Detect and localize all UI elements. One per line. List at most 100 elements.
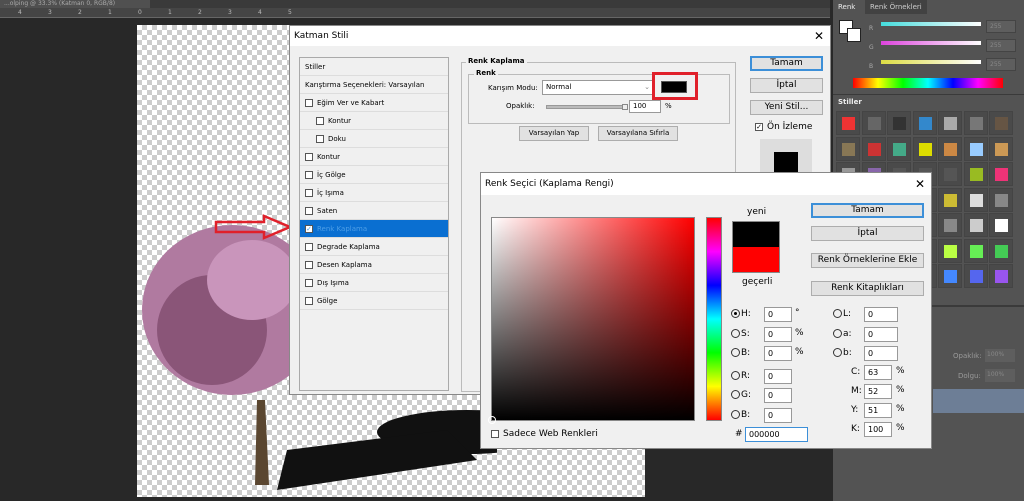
style-preset[interactable] <box>938 238 962 263</box>
style-list-item[interactable]: Eğim Ver ve Kabart <box>300 94 448 112</box>
radio-icon[interactable] <box>731 370 740 380</box>
cancel-button[interactable]: İptal <box>811 226 924 241</box>
radio-B[interactable]: B: <box>731 348 750 358</box>
color-libraries-button[interactable]: Renk Kitaplıkları <box>811 281 924 296</box>
style-preset[interactable] <box>938 187 962 212</box>
radio-a[interactable]: a: <box>833 328 852 339</box>
radio-R[interactable]: R: <box>731 370 750 381</box>
radio-icon[interactable] <box>833 309 842 318</box>
opacity-slider[interactable] <box>546 104 628 110</box>
field-H-input[interactable]: 0 <box>764 307 792 322</box>
radio-icon[interactable] <box>731 348 740 357</box>
style-preset[interactable] <box>938 264 962 288</box>
style-preset[interactable] <box>912 111 937 135</box>
tab-color[interactable]: Renk <box>833 0 861 14</box>
style-preset[interactable] <box>989 187 1013 212</box>
web-only-checkbox[interactable]: Sadece Web Renkleri <box>491 429 598 439</box>
style-preset[interactable] <box>861 111 886 135</box>
style-list-item[interactable]: Doku <box>300 130 448 148</box>
color-marker[interactable] <box>488 416 496 424</box>
radio-G[interactable]: G: <box>731 390 751 400</box>
saturation-brightness-field[interactable] <box>488 217 695 424</box>
checkbox-icon[interactable]: ✓ <box>305 225 313 233</box>
style-preset[interactable] <box>963 238 988 263</box>
style-preset[interactable] <box>989 162 1013 186</box>
radio-H[interactable]: H: <box>731 309 751 319</box>
current-color-swatch[interactable] <box>732 247 780 273</box>
style-preset[interactable] <box>887 111 911 135</box>
style-preset[interactable] <box>989 136 1013 161</box>
make-default-button[interactable]: Varsayılan Yap <box>519 126 589 141</box>
field-R-input[interactable]: 0 <box>764 368 792 384</box>
style-list-item[interactable]: Karıştırma Seçenekleri: Varsayılan <box>300 76 448 94</box>
channel-value[interactable]: 255 <box>986 20 1016 33</box>
checkbox-icon[interactable] <box>305 171 313 179</box>
radio-b[interactable]: b: <box>833 348 852 358</box>
close-icon[interactable]: ✕ <box>814 26 824 46</box>
style-preset[interactable] <box>938 136 962 161</box>
radio-B2[interactable]: B: <box>731 409 750 420</box>
checkbox-icon[interactable] <box>305 261 313 269</box>
checkbox-icon[interactable] <box>305 99 313 107</box>
field-M-input[interactable]: 52 <box>864 384 892 399</box>
checkbox-icon[interactable] <box>305 207 313 215</box>
style-list-item[interactable]: Degrade Kaplama <box>300 238 448 256</box>
style-preset[interactable] <box>989 264 1013 288</box>
hex-input[interactable]: 000000 <box>745 427 808 442</box>
style-list-item[interactable]: ✓ Renk Kaplama <box>300 220 448 238</box>
new-style-button[interactable]: Yeni Stil... <box>750 100 823 115</box>
field-B-input[interactable]: 0 <box>764 346 792 361</box>
radio-L[interactable]: L: <box>833 309 851 319</box>
channel-value[interactable]: 255 <box>986 58 1016 71</box>
style-preset[interactable] <box>912 136 937 161</box>
radio-icon[interactable] <box>833 348 842 357</box>
field-b-input[interactable]: 0 <box>864 346 898 361</box>
field-B2-input[interactable]: 0 <box>764 407 792 423</box>
style-list-item[interactable]: Kontur <box>300 148 448 166</box>
checkbox-icon[interactable] <box>305 189 313 197</box>
field-K-input[interactable]: 100 <box>864 422 892 437</box>
close-icon[interactable]: ✕ <box>915 173 925 195</box>
layer-opacity-input[interactable]: 100% <box>985 349 1015 362</box>
hue-slider[interactable] <box>706 217 722 421</box>
style-preset[interactable] <box>938 111 962 135</box>
field-S-input[interactable]: 0 <box>764 326 792 342</box>
style-preset[interactable] <box>963 264 988 288</box>
channel-slider[interactable] <box>881 60 981 64</box>
checkbox-icon[interactable] <box>305 297 313 305</box>
field-a-input[interactable]: 0 <box>864 326 898 342</box>
preview-checkbox[interactable]: ✓ Ön İzleme <box>755 122 812 132</box>
add-to-swatches-button[interactable]: Renk Örneklerine Ekle <box>811 253 924 268</box>
style-preset[interactable] <box>836 111 860 135</box>
style-preset[interactable] <box>861 136 886 161</box>
selected-layer-row[interactable] <box>933 389 1024 413</box>
checkbox-icon[interactable] <box>305 279 313 287</box>
document-tab[interactable]: ...olping @ 33.3% (Katman 0, RGB/8) <box>0 0 150 8</box>
style-preset[interactable] <box>938 213 962 237</box>
style-list-item[interactable]: Dış Işıma <box>300 274 448 292</box>
opacity-input[interactable]: 100 <box>629 100 661 113</box>
style-list-item[interactable]: İç Işıma <box>300 184 448 202</box>
style-list-item[interactable]: Kontur <box>300 112 448 130</box>
field-L-input[interactable]: 0 <box>864 307 898 322</box>
style-preset[interactable] <box>963 213 988 237</box>
style-list-item[interactable]: Desen Kaplama <box>300 256 448 274</box>
style-preset[interactable] <box>989 213 1013 237</box>
style-preset[interactable] <box>836 136 860 161</box>
field-Y-input[interactable]: 51 <box>864 403 892 418</box>
channel-value[interactable]: 255 <box>986 39 1016 52</box>
style-preset[interactable] <box>963 187 988 212</box>
checkbox-icon[interactable] <box>305 153 313 161</box>
checkbox-icon[interactable]: ✓ <box>755 122 763 131</box>
radio-S[interactable]: S: <box>731 328 750 339</box>
radio-icon[interactable] <box>833 328 842 338</box>
tab-styles[interactable]: Stiller <box>833 95 867 109</box>
ok-button[interactable]: Tamam <box>750 56 823 71</box>
slider-handle[interactable] <box>622 104 628 110</box>
style-preset[interactable] <box>989 238 1013 263</box>
style-list-item[interactable]: Saten <box>300 202 448 220</box>
blend-mode-select[interactable]: Normal ⌄ <box>542 80 654 95</box>
style-list-item[interactable]: İç Gölge <box>300 166 448 184</box>
style-list-item[interactable]: Stiller <box>300 58 448 76</box>
field-G-input[interactable]: 0 <box>764 388 792 403</box>
